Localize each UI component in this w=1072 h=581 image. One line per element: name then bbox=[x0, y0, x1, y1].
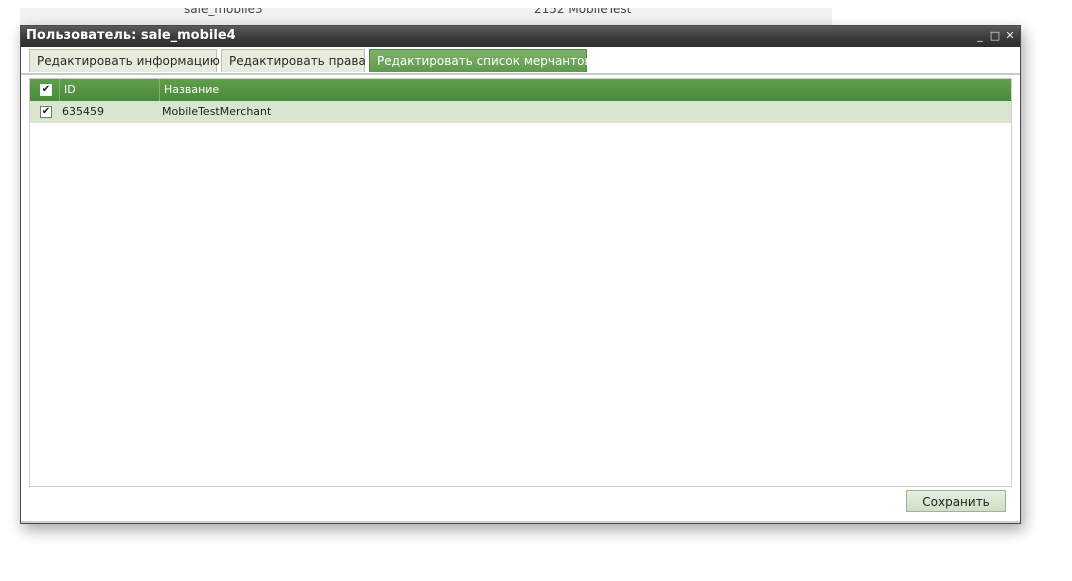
dialog-title: Пользователь: sale_mobile4 bbox=[26, 28, 236, 43]
table-row[interactable]: ✔ 635459 MobileTestMerchant bbox=[30, 101, 1011, 123]
tab-edit-merchants[interactable]: Редактировать список мерчантов bbox=[369, 49, 592, 72]
save-button[interactable]: Сохранить bbox=[906, 490, 1006, 512]
tab-bar: Редактировать информацию Редактировать п… bbox=[21, 47, 1020, 75]
select-all-checkbox[interactable]: ✔ bbox=[40, 84, 52, 96]
header-checkbox-column: ✔ bbox=[30, 79, 60, 101]
tab-edit-rights[interactable]: Редактировать права bbox=[221, 49, 366, 72]
background-text-2: 2152 MobileTest bbox=[534, 8, 632, 16]
bottom-divider bbox=[21, 521, 1020, 523]
close-icon[interactable]: ✕ bbox=[1004, 29, 1016, 43]
row-name: MobileTestMerchant bbox=[162, 105, 272, 118]
user-dialog: Пользователь: sale_mobile4 _ □ ✕ Редакти… bbox=[20, 25, 1021, 524]
column-header-id[interactable]: ID bbox=[60, 79, 160, 101]
merchants-grid: ✔ ID Название ✔ 635459 MobileTestMerchan… bbox=[29, 78, 1012, 487]
grid-header: ✔ ID Название bbox=[30, 79, 1011, 101]
window-controls: _ □ ✕ bbox=[974, 29, 1016, 43]
maximize-icon[interactable]: □ bbox=[989, 29, 1001, 43]
dialog-titlebar[interactable]: Пользователь: sale_mobile4 _ □ ✕ bbox=[21, 26, 1020, 47]
row-id: 635459 bbox=[62, 105, 104, 118]
column-header-name[interactable]: Название bbox=[160, 79, 1011, 101]
tab-edit-info[interactable]: Редактировать информацию bbox=[29, 49, 220, 72]
background-text-1: sale_mobile3 bbox=[184, 8, 263, 16]
row-checkbox[interactable]: ✔ bbox=[40, 106, 52, 118]
minimize-icon[interactable]: _ bbox=[974, 29, 986, 43]
